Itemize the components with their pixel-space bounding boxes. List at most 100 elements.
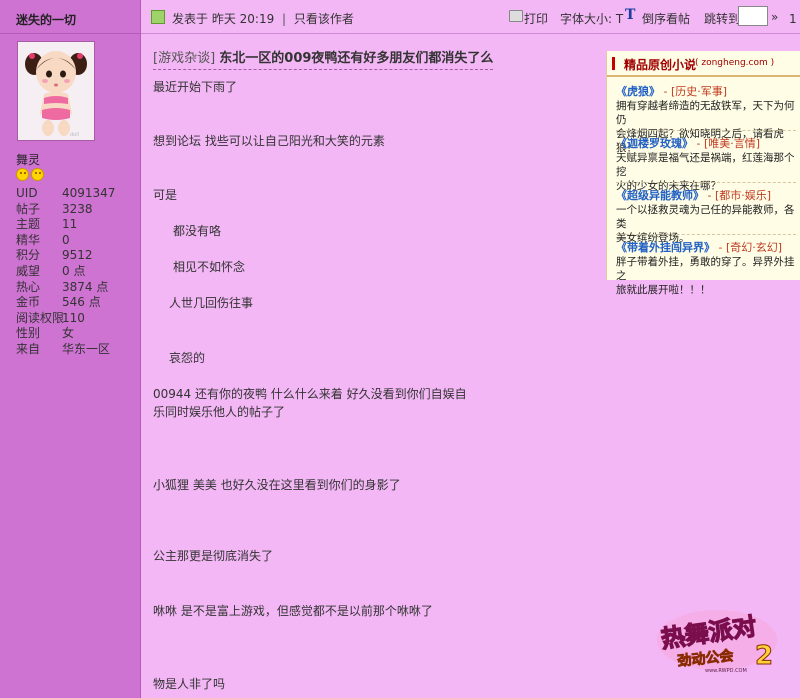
stat-value: 4091347 xyxy=(62,186,116,200)
logo-number: 2 xyxy=(755,641,773,671)
post-line: 物是人非了吗 xyxy=(153,677,226,691)
ad-book-genre: [历史·军事] xyxy=(670,85,728,98)
stat-row: 积分 9512 xyxy=(16,248,140,264)
smiley-icon xyxy=(16,168,29,181)
stat-row: 金币 546 点 xyxy=(16,295,140,311)
stat-row: UID 4091347 xyxy=(16,186,140,202)
ad-header: 精品原创小说 ( zongheng.com ) xyxy=(607,51,800,77)
post-line: 咻咻 是不是富上游戏，但感觉都不是以前那个咻咻了 xyxy=(153,604,433,618)
stat-label: 主题 xyxy=(16,217,41,232)
stat-label: 来自 xyxy=(16,341,41,356)
stat-value: 女 xyxy=(62,326,75,341)
floor-number: 1 楼 xyxy=(789,12,800,26)
ad-book-title[interactable]: 《超级异能教师》 xyxy=(616,189,704,202)
stat-value: 3874 点 xyxy=(62,279,109,294)
reverse-order-link[interactable]: 倒序看帖 xyxy=(642,10,690,27)
stat-row: 主题 11 xyxy=(16,217,140,233)
post-title-text: 东北一区的009夜鸭还有好多朋友们都消失了么 xyxy=(219,51,494,66)
ad-book-desc: 拥有穿越者缔造的无敌铁军，天下为何仍 xyxy=(616,100,795,126)
stat-value: 546 点 xyxy=(62,295,101,310)
author-stats: UID 4091347 帖子 3238 主题 11 精华 0 积分 9512 威望 0 点热心 3874… xyxy=(16,186,140,358)
ad-book-title[interactable]: 《虎狼》 xyxy=(616,85,660,98)
stat-label: 精华 xyxy=(16,232,41,247)
stat-value: 0 xyxy=(62,232,70,247)
stat-label: UID xyxy=(16,186,38,200)
stat-value: 110 xyxy=(62,310,85,325)
ad-book-title[interactable]: 《带着外挂闯异界》 xyxy=(616,241,715,254)
ad-book-desc: 一个以拯救灵魂为己任的异能教师，各类 xyxy=(616,204,795,230)
post-line: 公主那更是彻底消失了 xyxy=(153,549,274,563)
rank-stars xyxy=(16,168,46,184)
stat-row: 性别 女 xyxy=(16,326,140,342)
stat-value: 华东一区 xyxy=(62,341,111,356)
svg-text:doll: doll xyxy=(70,132,79,138)
post-line: 相见不如怀念 xyxy=(173,260,246,274)
jump-page-input[interactable] xyxy=(738,6,768,26)
ad-site[interactable]: ( zongheng.com ) xyxy=(695,58,774,68)
ad-item[interactable]: 《超级异能教师》 - [都市·娱乐] 一个以拯救灵魂为己任的异能教师，各类 美女… xyxy=(607,187,800,245)
ad-item[interactable]: 《带着外挂闯异界》 - [奇幻·玄幻] 胖子带着外挂，勇敢的穿了。异界外挂之 旅… xyxy=(607,239,800,297)
go-button[interactable]: » xyxy=(771,10,778,24)
post-time: 发表于 昨天 20:19 xyxy=(172,12,275,26)
font-size-control[interactable]: 字体大小: T xyxy=(560,10,623,27)
ad-divider xyxy=(616,130,796,131)
stat-row: 帖子 3238 xyxy=(16,202,140,218)
author-username[interactable]: 迷失的一切 xyxy=(16,11,76,28)
printer-icon[interactable] xyxy=(509,10,523,22)
post-category[interactable]: [游戏杂谈] xyxy=(153,51,215,66)
stat-label: 性别 xyxy=(16,326,41,341)
jump-to-label: 跳转到 xyxy=(704,12,741,26)
ad-book-desc: 天赋异禀是福气还是祸端，红莲海那个挖 xyxy=(616,152,795,178)
ad-item[interactable]: 《迦楼罗玫瑰》 - [唯美·言情] 天赋异禀是福气还是祸端，红莲海那个挖 火的少… xyxy=(607,135,800,193)
stat-row: 精华 0 xyxy=(16,233,140,249)
post-title: [游戏杂谈] 东北一区的009夜鸭还有好多朋友们都消失了么 xyxy=(153,47,494,70)
ad-header-bar xyxy=(612,57,615,70)
stat-row: 威望 0 点 xyxy=(16,264,140,280)
logo-url: www.RWPD.COM xyxy=(705,668,747,674)
ad-book-title[interactable]: 《迦楼罗玫瑰》 xyxy=(616,137,693,150)
stat-label: 金币 xyxy=(16,295,41,310)
post-line: 哀怨的 xyxy=(169,351,206,365)
avatar[interactable]: doll xyxy=(17,41,95,141)
font-t-icon[interactable]: T xyxy=(625,7,635,23)
stat-value: 11 xyxy=(62,217,78,232)
post-line: 可是 xyxy=(153,188,178,202)
stat-row: 热心 3874 点 xyxy=(16,280,140,296)
smiley-icon xyxy=(31,168,44,181)
stat-label: 威望 xyxy=(16,263,41,278)
post-line: 人世几回伤往事 xyxy=(169,296,254,310)
post-line: 00944 还有你的夜鸭 什么什么来着 好久没看到你们自娱自 xyxy=(153,387,467,401)
ad-book-genre: [奇幻·玄幻] xyxy=(725,241,783,254)
stat-row: 阅读权限 110 xyxy=(16,311,140,327)
post-line: 小狐狸 美美 也好久没在这里看到你们的身影了 xyxy=(153,478,401,492)
stat-value: 9512 xyxy=(62,248,93,263)
post-line: 都没有咯 xyxy=(173,224,222,238)
post-meta: 发表于 昨天 20:19 | 只看该作者 xyxy=(172,10,354,27)
ad-divider xyxy=(616,234,796,235)
stat-row: 来自 华东一区 xyxy=(16,342,140,358)
novel-ad-box: 精品原创小说 ( zongheng.com ) 《虎狼》 - [历史·军事] 拥… xyxy=(606,51,800,296)
ad-book-genre: [都市·娱乐] xyxy=(714,189,772,202)
ad-book-desc: 胖子带着外挂，勇敢的穿了。异界外挂之 xyxy=(616,256,795,282)
stat-label: 阅读权限 xyxy=(16,310,65,325)
post-line: 乐同时娱乐他人的帖子了 xyxy=(153,405,286,419)
post-line: 最近开始下雨了 xyxy=(153,80,238,94)
stat-value: 0 点 xyxy=(62,263,86,278)
game-logo: 热舞派对 劲动公会 2 www.RWPD.COM xyxy=(655,604,780,674)
ad-title[interactable]: 精品原创小说 xyxy=(624,56,696,73)
ad-book-genre: [唯美·言情] xyxy=(703,137,761,150)
ad-book-desc: 旅就此展开啦！！！ xyxy=(616,284,711,296)
stat-label: 积分 xyxy=(16,248,41,263)
author-sidebar: 迷失的一切 doll 舞灵 UID 4091347 帖子 3238 主题 11 精华 0 积分 9… xyxy=(0,0,141,698)
author-nickname: 舞灵 xyxy=(16,153,41,167)
post-toolbar: 发表于 昨天 20:19 | 只看该作者 打印 字体大小: T T 倒序看帖 跳… xyxy=(141,0,800,34)
toolbar-separator: | xyxy=(282,12,287,26)
ad-divider xyxy=(616,182,796,183)
stat-value: 3238 xyxy=(62,201,93,216)
print-link[interactable]: 打印 xyxy=(524,10,548,27)
stat-label: 热心 xyxy=(16,279,41,294)
divider xyxy=(0,33,140,34)
post-status-icon xyxy=(151,10,165,24)
only-author-link[interactable]: 只看该作者 xyxy=(294,12,354,26)
post-line: 想到论坛 找些可以让自己阳光和大笑的元素 xyxy=(153,134,385,148)
